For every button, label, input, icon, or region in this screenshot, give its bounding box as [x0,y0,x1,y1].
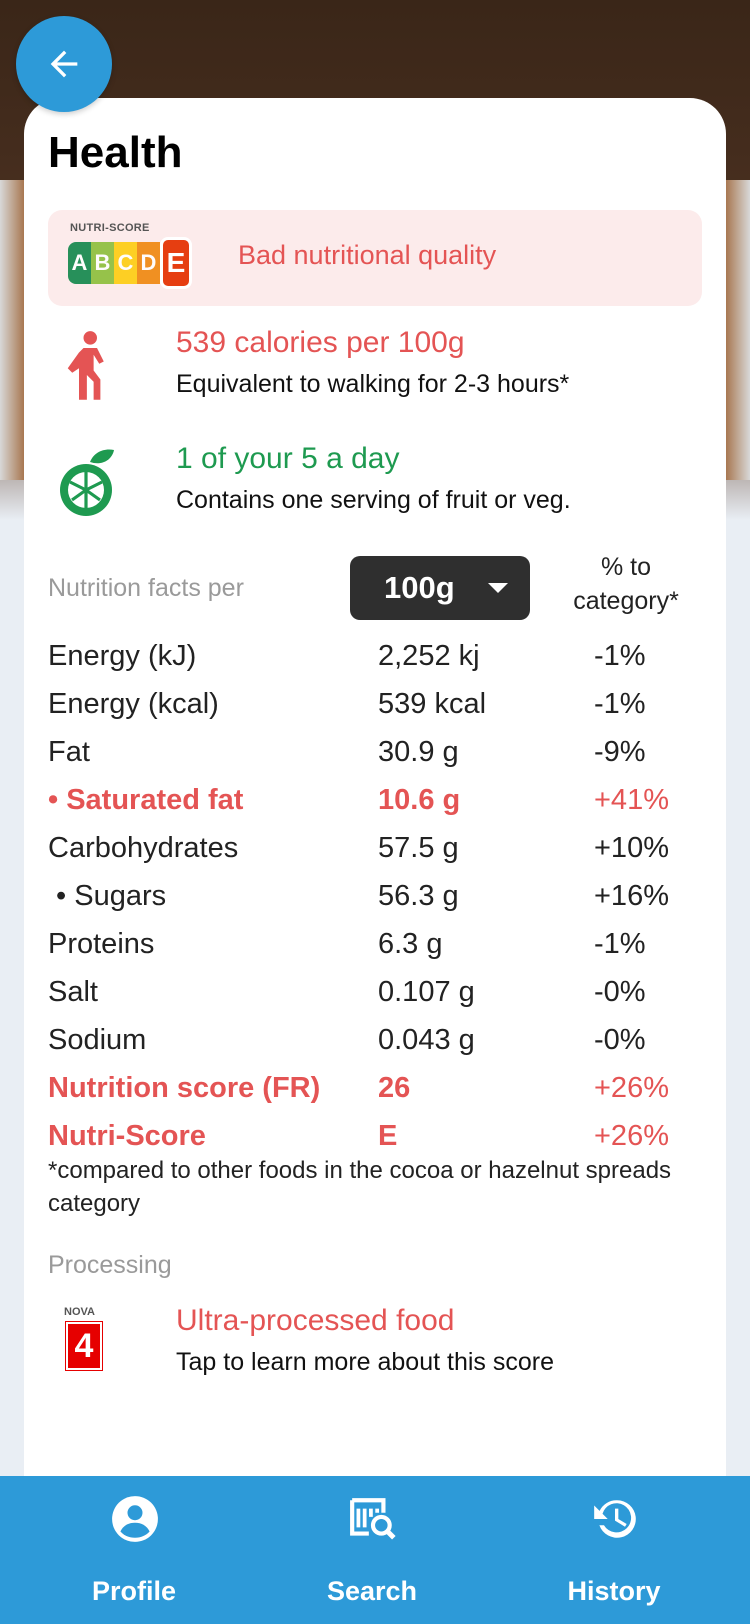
nav-search-label: Search [326,1576,418,1606]
nutrition-nutrient-percent: -0% [594,1024,646,1056]
nova-logo: NOVA 4 [64,1306,104,1376]
nutrition-row: Carbohydrates 57.5 g +10% [48,826,708,874]
nutrition-row: Salt 0.107 g -0% [48,970,708,1018]
walking-icon [48,326,128,406]
nutriscore-logo: NUTRI-SCORE ABCDE [68,222,192,294]
nutriscore-grade-a: A [68,242,91,284]
nutrition-nutrient-percent: -1% [594,688,646,720]
nova-title: Ultra-processed food [176,1304,455,1337]
history-icon [594,1500,636,1538]
nav-search[interactable]: Search [272,1476,472,1624]
nutrition-nutrient-name: Sodium [48,1024,147,1056]
nutriscore-banner[interactable]: NUTRI-SCORE ABCDE Bad nutritional qualit… [48,210,702,306]
nutriscore-text: Bad nutritional quality [238,240,497,270]
percent-to-category-header: % to category* [573,553,679,615]
nutrition-nutrient-value: 30.9 g [378,736,459,768]
nutrition-nutrient-name: Nutrition score (FR) [48,1072,321,1104]
nutrition-nutrient-percent: +41% [594,784,669,816]
nova-group-badge: 4 [65,1321,103,1371]
nova-subtitle: Tap to learn more about this score [176,1348,554,1376]
nutrition-nutrient-value: 2,252 kj [378,640,480,672]
back-button[interactable] [16,16,112,112]
nutrition-nutrient-name: Energy (kJ) [48,640,197,672]
five-a-day-title: 1 of your 5 a day [176,442,400,475]
nutrition-row: Sodium 0.043 g -0% [48,1018,708,1066]
nutrition-facts-label: Nutrition facts per [48,574,244,602]
processing-section-label: Processing [48,1251,172,1279]
nutrition-nutrient-name: • Saturated fat [48,784,244,816]
nutrition-nutrient-value: 6.3 g [378,928,443,960]
calories-title: 539 calories per 100g [176,326,465,359]
nav-history-label: History [567,1576,661,1606]
jar-label-right [722,180,750,480]
fruit-icon [48,442,128,522]
nutrition-nutrient-percent: +16% [594,880,669,912]
nutrition-row: Fat 30.9 g -9% [48,730,708,778]
nutriscore-grade-d: D [137,242,160,284]
chevron-down-icon [488,583,508,593]
five-a-day-subtitle: Contains one serving of fruit or veg. [176,486,571,514]
nutrition-row: Nutrition score (FR) 26 +26% [48,1066,708,1114]
nutrition-facts-header: Nutrition facts per 100g % to category* [48,550,708,630]
nutrition-row: Energy (kcal) 539 kcal -1% [48,682,708,730]
nutrition-nutrient-percent: -1% [594,928,646,960]
nutrition-nutrient-percent: +26% [594,1120,669,1152]
nav-history[interactable]: History [514,1476,714,1624]
nutrition-nutrient-value: 0.043 g [378,1024,475,1056]
nutrition-nutrient-name: Proteins [48,928,155,960]
nutrition-nutrient-value: 56.3 g [378,880,459,912]
bottom-navigation: Profile Search History [0,1476,750,1624]
nutrition-nutrient-percent: +10% [594,832,669,864]
nutrition-nutrient-percent: +26% [594,1072,669,1104]
nutrition-nutrient-value: 539 kcal [378,688,487,720]
nutrition-nutrient-name: • Sugars [48,880,167,912]
nutriscore-grade-c: C [114,242,137,284]
nutriscore-grade-bar: ABCDE [68,237,192,289]
nutrition-nutrient-name: Carbohydrates [48,832,239,864]
serving-size-value: 100g [384,570,455,605]
arrow-left-icon [50,50,78,78]
nutrition-nutrient-value: 10.6 g [378,784,461,816]
page-title: Health [48,128,183,177]
nutrition-row: Energy (kJ) 2,252 kj -1% [48,634,708,682]
nova-row[interactable]: NOVA 4 Ultra-processed food Tap to learn… [48,1304,708,1394]
nutrition-nutrient-name: Energy (kcal) [48,688,219,720]
calories-row[interactable]: 539 calories per 100g Equivalent to walk… [48,326,708,416]
nutrition-nutrient-percent: -1% [594,640,646,672]
search-icon [350,1498,396,1540]
comparison-footnote: *compared to other foods in the cocoa or… [48,1157,672,1217]
nutrition-nutrient-name: Fat [48,736,90,768]
profile-icon [112,1496,158,1542]
serving-size-dropdown[interactable]: 100g [350,556,530,620]
nav-profile[interactable]: Profile [34,1476,234,1624]
nav-profile-label: Profile [91,1576,177,1606]
nutrition-row: • Sugars 56.3 g +16% [48,874,708,922]
nutrition-nutrient-percent: -9% [594,736,646,768]
calories-subtitle: Equivalent to walking for 2-3 hours* [176,370,570,398]
nutrition-nutrient-value: E [378,1120,398,1152]
nutrition-table: Energy (kJ) 2,252 kj -1% Energy (kcal) 539 k… [48,634,708,1162]
nutrition-nutrient-name: Salt [48,976,98,1008]
nutriscore-grade-e: E [160,237,192,289]
nutriscore-grade-b: B [91,242,114,284]
nutrition-nutrient-percent: -0% [594,976,646,1008]
nutrition-nutrient-name: Nutri-Score [48,1120,206,1152]
nova-logo-label: NOVA [64,1306,95,1318]
nutrition-row: Proteins 6.3 g -1% [48,922,708,970]
nutrition-nutrient-value: 26 [378,1072,411,1104]
nutrition-row: • Saturated fat 10.6 g +41% [48,778,708,826]
health-card: Health NUTRI-SCORE ABCDE Bad nutritional… [24,98,726,1528]
five-a-day-row[interactable]: 1 of your 5 a day Contains one serving o… [48,442,708,532]
nutriscore-logo-label: NUTRI-SCORE [70,222,150,234]
nutrition-nutrient-value: 0.107 g [378,976,475,1008]
nutrition-nutrient-value: 57.5 g [378,832,459,864]
